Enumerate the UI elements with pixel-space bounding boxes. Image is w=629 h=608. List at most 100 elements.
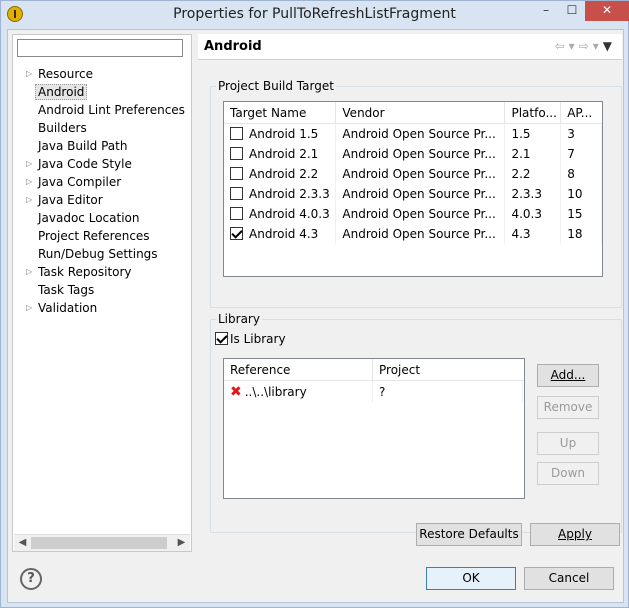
- tree-item[interactable]: Java Build Path: [13, 137, 191, 155]
- scroll-left-icon[interactable]: ◀: [14, 535, 31, 551]
- tree-item[interactable]: Android: [13, 83, 191, 101]
- ok-button[interactable]: OK: [426, 567, 516, 590]
- library-table-header: Reference Project: [224, 359, 524, 381]
- expand-arrow-icon[interactable]: ▷: [26, 299, 32, 317]
- tree-item-label: Java Compiler: [38, 175, 122, 189]
- tree-item-label: Builders: [38, 121, 87, 135]
- column-vendor[interactable]: Vendor: [336, 102, 506, 123]
- add-library-button[interactable]: Add...: [537, 364, 599, 387]
- target-vendor-cell: Android Open Source Pr...: [336, 124, 506, 144]
- tree-item[interactable]: Run/Debug Settings: [13, 245, 191, 263]
- tree-item[interactable]: Builders: [13, 119, 191, 137]
- target-platform-cell: 4.0.3: [505, 204, 562, 224]
- help-icon[interactable]: ?: [20, 568, 42, 590]
- target-checkbox[interactable]: [230, 167, 243, 180]
- view-menu-icon[interactable]: ▼: [603, 39, 616, 53]
- column-platform[interactable]: Platfo...: [505, 102, 562, 123]
- target-checkbox[interactable]: [230, 127, 243, 140]
- table-row[interactable]: Android 2.3.3 Android Open Source Pr... 2.…: [224, 184, 602, 204]
- category-tree: ▷ Resource Android Android Lint Preferences…: [13, 65, 191, 317]
- column-project[interactable]: Project: [373, 359, 523, 380]
- expand-arrow-icon[interactable]: ▷: [26, 173, 32, 191]
- target-checkbox[interactable]: [230, 227, 243, 240]
- expand-arrow-icon[interactable]: ▷: [26, 65, 32, 83]
- tree-item[interactable]: ▷ Validation: [13, 299, 191, 317]
- apply-button[interactable]: Apply: [530, 523, 620, 546]
- is-library-checkbox[interactable]: Is Library: [215, 332, 286, 346]
- tree-item-label: Task Tags: [38, 283, 95, 297]
- target-checkbox[interactable]: [230, 147, 243, 160]
- build-target-group: Project Build Target Target Name Vendor …: [210, 79, 622, 308]
- reference-cell: ✖ ..\..\library: [224, 381, 373, 403]
- column-api[interactable]: AP...: [561, 102, 602, 123]
- table-row[interactable]: Android 2.1 Android Open Source Pr... 2.1 7: [224, 144, 602, 164]
- tree-item-label: Javadoc Location: [38, 211, 140, 225]
- tree-item[interactable]: Task Tags: [13, 281, 191, 299]
- tree-item-label: Validation: [38, 301, 98, 315]
- expand-arrow-icon[interactable]: ▷: [26, 191, 32, 209]
- minimize-button[interactable]: –: [533, 1, 559, 21]
- target-vendor-cell: Android Open Source Pr...: [336, 164, 506, 184]
- tree-item[interactable]: Android Lint Preferences: [13, 101, 191, 119]
- target-name-cell: Android 2.1: [224, 144, 337, 164]
- close-button[interactable]: ✕: [585, 1, 629, 21]
- build-target-rows: Android 1.5 Android Open Source Pr... 1.5 3…: [224, 124, 602, 244]
- is-library-check-icon[interactable]: [215, 332, 228, 345]
- table-row[interactable]: Android 2.2 Android Open Source Pr... 2.2 8: [224, 164, 602, 184]
- library-group-label: Library: [216, 312, 262, 326]
- tree-item[interactable]: ▷ Java Compiler: [13, 173, 191, 191]
- expand-arrow-icon[interactable]: ▷: [26, 155, 32, 173]
- target-vendor-cell: Android Open Source Pr...: [336, 184, 506, 204]
- build-target-table-header: Target Name Vendor Platfo... AP...: [224, 102, 602, 124]
- target-name: Android 2.1: [249, 147, 319, 161]
- tree-item[interactable]: Project References: [13, 227, 191, 245]
- page-title: Android: [204, 39, 262, 54]
- target-name: Android 2.2: [249, 167, 319, 181]
- target-platform-cell: 4.3: [505, 224, 562, 244]
- expand-arrow-icon[interactable]: ▷: [26, 263, 32, 281]
- forward-arrow-icon[interactable]: ⇨▾: [579, 39, 603, 53]
- build-target-group-label: Project Build Target: [216, 79, 336, 93]
- filter-input[interactable]: [17, 39, 183, 57]
- column-target-name[interactable]: Target Name: [224, 102, 337, 123]
- back-arrow-icon[interactable]: ⇦▾: [555, 39, 579, 53]
- column-reference[interactable]: Reference: [224, 359, 373, 380]
- down-button[interactable]: Down: [537, 462, 599, 485]
- target-platform-cell: 2.3.3: [505, 184, 562, 204]
- properties-dialog: Properties for PullToRefreshListFragment…: [0, 0, 629, 608]
- is-library-label: Is Library: [230, 332, 286, 346]
- restore-defaults-label: Restore Defaults: [419, 527, 519, 541]
- apply-label: Apply: [558, 527, 592, 541]
- tree-item[interactable]: ▷ Java Editor: [13, 191, 191, 209]
- tree-item-label: Run/Debug Settings: [38, 247, 158, 261]
- target-name: Android 4.0.3: [249, 207, 330, 221]
- remove-library-button[interactable]: Remove: [537, 396, 599, 419]
- library-rows: ✖ ..\..\library?: [224, 381, 524, 403]
- library-group: Library Is Library Reference Project ✖..…: [210, 312, 622, 533]
- target-name-cell: Android 4.3: [224, 224, 337, 244]
- maximize-button[interactable]: ☐: [559, 1, 585, 21]
- tree-item[interactable]: ▷ Resource: [13, 65, 191, 83]
- up-button[interactable]: Up: [537, 432, 599, 455]
- target-name: Android 2.3.3: [249, 187, 330, 201]
- tree-item-label: Task Repository: [38, 265, 132, 279]
- table-row[interactable]: Android 4.0.3 Android Open Source Pr... 4.…: [224, 204, 602, 224]
- tree-item[interactable]: ▷ Task Repository: [13, 263, 191, 281]
- library-reference-table: Reference Project ✖ ..\..\library?: [223, 358, 525, 499]
- tree-item[interactable]: ▷ Java Code Style: [13, 155, 191, 173]
- table-row[interactable]: ✖ ..\..\library?: [224, 381, 524, 403]
- target-checkbox[interactable]: [230, 187, 243, 200]
- tree-horizontal-scrollbar[interactable]: ◀ ▶: [14, 534, 190, 551]
- target-checkbox[interactable]: [230, 207, 243, 220]
- table-row[interactable]: Android 4.3 Android Open Source Pr... 4.3 1…: [224, 224, 602, 244]
- tree-item[interactable]: Javadoc Location: [13, 209, 191, 227]
- scroll-thumb[interactable]: [31, 537, 167, 549]
- tree-item-label: Android Lint Preferences: [38, 103, 185, 117]
- scroll-right-icon[interactable]: ▶: [173, 535, 190, 551]
- title-bar[interactable]: Properties for PullToRefreshListFragment…: [1, 1, 629, 27]
- table-row[interactable]: Android 1.5 Android Open Source Pr... 1.5 3: [224, 124, 602, 144]
- restore-defaults-button[interactable]: Restore Defaults: [416, 523, 522, 546]
- cancel-button[interactable]: Cancel: [524, 567, 614, 590]
- tree-item-label: Project References: [38, 229, 150, 243]
- target-api-cell: 15: [561, 204, 602, 224]
